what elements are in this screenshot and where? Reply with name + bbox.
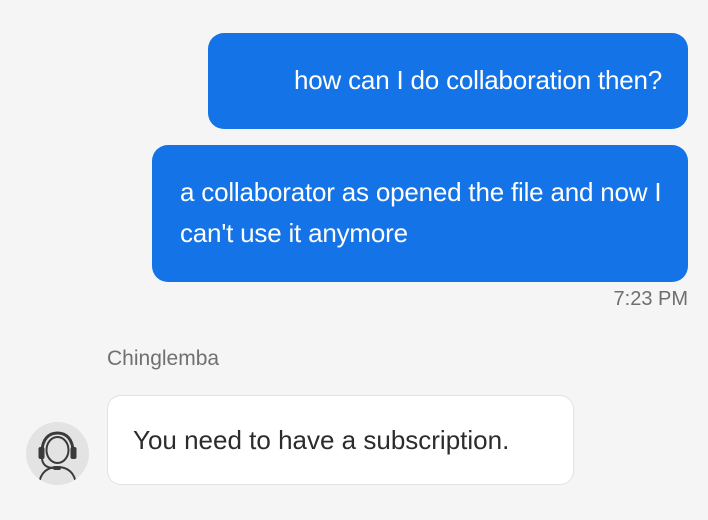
- message-text: You need to have a subscription.: [133, 425, 510, 455]
- message-text: a collaborator as opened the file and no…: [180, 177, 662, 248]
- message-timestamp: 7:23 PM: [613, 288, 688, 310]
- incoming-message-bubble: You need to have a subscription.: [107, 395, 574, 485]
- agent-avatar: [26, 422, 89, 485]
- headset-agent-icon: [26, 422, 89, 485]
- outgoing-message-bubble: how can I do collaboration then?: [208, 33, 688, 129]
- outgoing-message-bubble: a collaborator as opened the file and no…: [152, 145, 688, 282]
- agent-name: Chinglemba: [107, 347, 220, 370]
- message-text: how can I do collaboration then?: [294, 65, 662, 95]
- chat-transcript: how can I do collaboration then? a colla…: [0, 0, 708, 520]
